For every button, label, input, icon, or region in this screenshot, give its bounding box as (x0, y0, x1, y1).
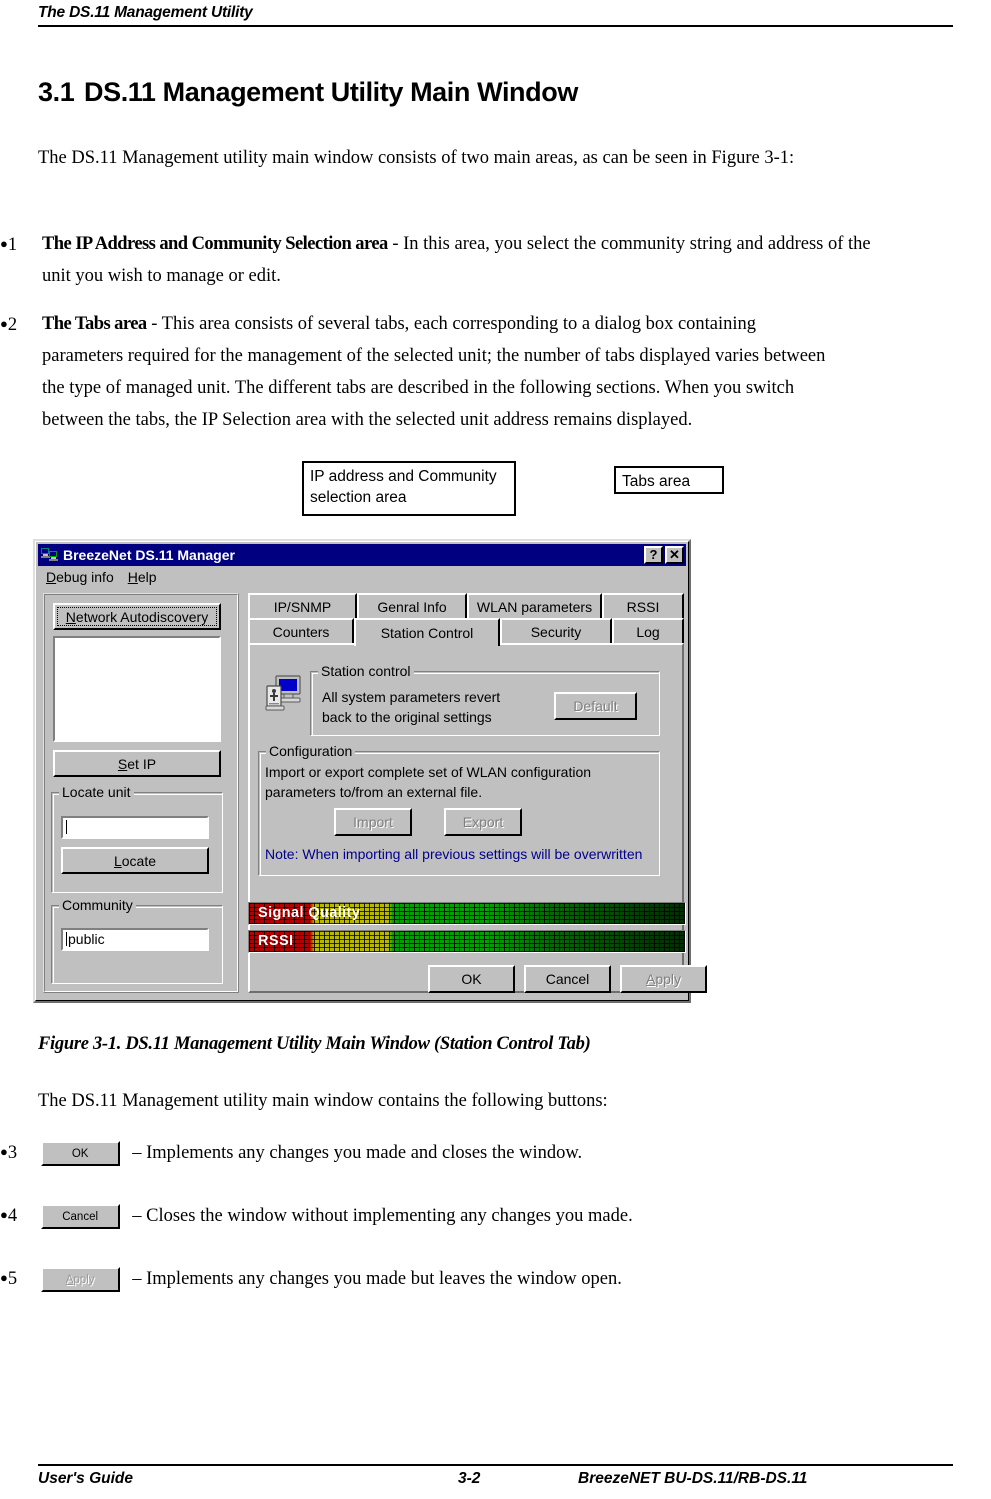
locate-button[interactable]: Locate (61, 847, 209, 874)
configuration-group: Configuration Import or export complete … (258, 744, 660, 876)
window-title: BreezeNet DS.11 Manager (63, 547, 235, 563)
list-item: ●3 OK – Implements any changes you made … (0, 1135, 582, 1169)
cancel-button[interactable]: Cancel (524, 965, 611, 993)
community-string-input[interactable]: public (61, 928, 209, 951)
list-item-text: – Implements any changes you made and cl… (132, 1143, 583, 1163)
list-item-text: – Closes the window without implementing… (132, 1206, 633, 1226)
community-group-title: Community (59, 898, 136, 913)
default-button[interactable]: Default (554, 692, 637, 720)
close-icon[interactable]: ✕ (665, 546, 684, 564)
station-control-group-title: Station control (318, 664, 414, 679)
menu-item-help[interactable]: Help (128, 569, 157, 585)
list-item-text: - This area consists of several tabs, ea… (42, 314, 826, 430)
list-item-lead: The IP Address and Community Selection a… (42, 234, 388, 254)
cancel-button-figure[interactable]: Cancel (40, 1204, 120, 1230)
tab-ip-snmp[interactable]: IP/SNMP (248, 593, 357, 618)
help-button[interactable]: ? (644, 546, 663, 564)
buttons-intro-paragraph: The DS.11 Management utility main window… (38, 1091, 608, 1111)
list-item: ●5 Apply – Implements any changes you ma… (0, 1261, 622, 1295)
window-titlebar[interactable]: BreezeNet DS.11 Manager ? ✕ (38, 544, 686, 566)
page-header: The DS.11 Management Utility (38, 4, 953, 22)
station-computer-icon (264, 672, 304, 712)
network-computers-icon (41, 547, 58, 563)
set-ip-button[interactable]: Set IP (53, 750, 221, 777)
locate-label: Locate (113, 852, 157, 869)
station-control-group: Station control All system parameters re… (310, 664, 660, 736)
list-item-marker: ●2 (0, 315, 18, 335)
text-caret (66, 820, 67, 834)
configuration-description: Import or export complete set of WLAN co… (265, 764, 592, 800)
header-divider (38, 25, 953, 27)
list-item: ●1 The IP Address and Community Selectio… (0, 228, 880, 292)
tab-rssi[interactable]: RSSI (602, 593, 684, 618)
focus-ring (57, 607, 217, 626)
locate-unit-input[interactable] (61, 816, 209, 839)
app-window: BreezeNet DS.11 Manager ? ✕ Debug info H… (33, 539, 707, 1003)
set-ip-label: Set IP (117, 755, 157, 772)
signal-quality-meter: Signal Quality (248, 902, 686, 925)
tabs-area: IP/SNMP Genral Info WLAN parameters RSSI… (248, 593, 707, 993)
list-item: ●2 The Tabs area - This area consists of… (0, 308, 830, 436)
import-button[interactable]: Import (334, 808, 412, 836)
section-number: 3.1 (38, 77, 75, 107)
menu-item-debug-info[interactable]: Debug info (46, 569, 114, 585)
list-item-lead: The Tabs area (42, 314, 147, 334)
list-item-marker: ●1 (0, 235, 18, 255)
community-group: Community public (51, 898, 223, 984)
list-item: ●4 Cancel – Closes the window without im… (0, 1198, 633, 1232)
tab-counters[interactable]: Counters (248, 618, 354, 643)
discovered-units-list[interactable] (53, 636, 221, 742)
configuration-note: Note: When importing all previous settin… (265, 846, 643, 862)
signal-quality-label: Signal Quality (258, 905, 361, 921)
station-control-panel: Station control All system parameters re… (248, 643, 707, 993)
callout-tabs-area: Tabs area (614, 466, 724, 494)
tab-station-control[interactable]: Station Control (354, 618, 500, 646)
community-string-value: public (68, 931, 105, 947)
network-autodiscovery-button[interactable]: Network Autodiscovery (53, 603, 221, 630)
footer-left: User's Guide (38, 1470, 133, 1487)
ok-button[interactable]: OK (428, 965, 515, 993)
tab-wlan-parameters[interactable]: WLAN parameters (467, 593, 602, 618)
apply-button-figure[interactable]: Apply (40, 1267, 120, 1293)
page-header-title: The DS.11 Management Utility (38, 4, 253, 21)
ok-button-figure[interactable]: OK (40, 1141, 120, 1167)
ip-community-selection-area: Network Autodiscovery Set IP Locate unit… (43, 593, 239, 993)
page-title: 3.1 DS.11 Management Utility Main Window (38, 77, 578, 108)
figure-caption: Figure 3-1. DS.11 Management Utility Mai… (38, 1034, 591, 1054)
configuration-group-title: Configuration (266, 744, 356, 759)
list-item-marker: ●5 (0, 1269, 18, 1289)
locate-unit-group-title: Locate unit (59, 785, 134, 800)
export-button[interactable]: Export (444, 808, 522, 836)
footer-right: BreezeNET BU-DS.11/RB-DS.11 (578, 1470, 808, 1487)
locate-unit-group: Locate unit Locate (51, 785, 223, 893)
tab-log[interactable]: Log (612, 618, 684, 643)
list-item-marker: ●3 (0, 1143, 18, 1163)
menubar: Debug info Help (39, 569, 157, 585)
list-item-marker: ●4 (0, 1206, 18, 1226)
footer-divider (38, 1464, 953, 1466)
list-item-text: – Implements any changes you made but le… (132, 1269, 622, 1289)
meter-grid (249, 931, 685, 952)
rssi-label: RSSI (258, 933, 294, 949)
tab-row-bottom: Counters Station Control Security Log (248, 618, 684, 646)
tab-security[interactable]: Security (500, 618, 612, 643)
intro-paragraph: The DS.11 Management utility main window… (38, 148, 795, 168)
tab-genral-info[interactable]: Genral Info (357, 593, 467, 618)
apply-button[interactable]: Apply (620, 965, 707, 993)
apply-label: Apply (645, 971, 682, 987)
section-title: DS.11 Management Utility Main Window (84, 77, 578, 107)
callout-ip-area: IP address and Community selection area (302, 461, 516, 516)
station-control-description: All system parameters revert back to the… (322, 689, 501, 725)
rssi-meter: RSSI (248, 930, 686, 953)
footer-page: 3-2 (458, 1470, 481, 1487)
text-caret (66, 932, 67, 946)
tab-row-top: IP/SNMP Genral Info WLAN parameters RSSI (248, 593, 684, 618)
